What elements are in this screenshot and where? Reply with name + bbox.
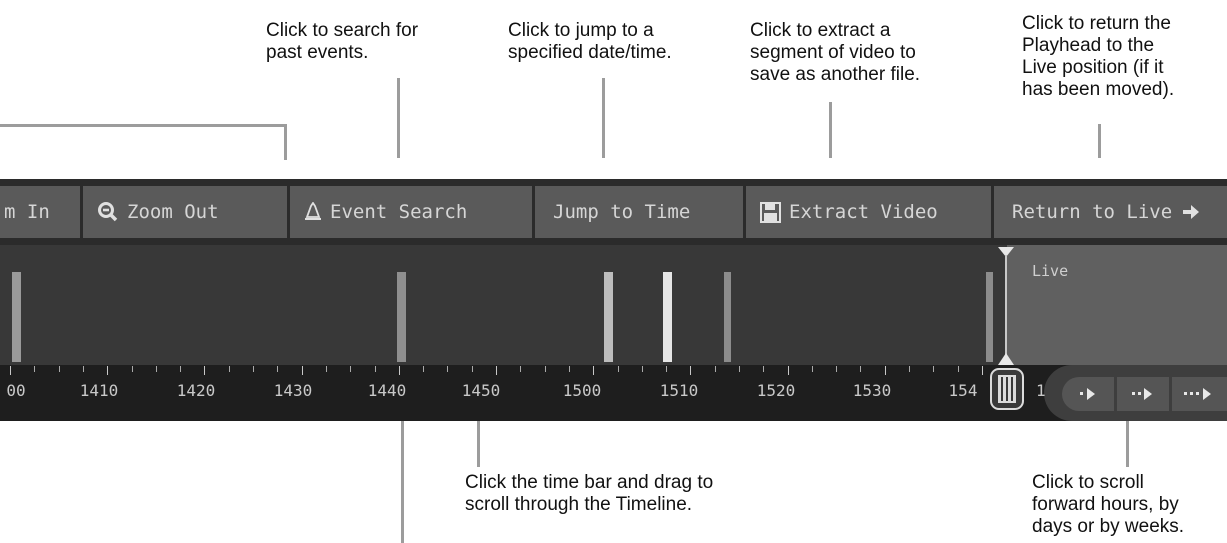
ruler-tick (618, 366, 619, 372)
ruler-label: 1420 (176, 381, 216, 400)
ruler-tick (180, 366, 181, 372)
ruler-tick (860, 366, 861, 372)
event-marker[interactable] (986, 272, 993, 362)
ruler-label: 1440 (367, 381, 407, 400)
ruler-tick (885, 366, 886, 375)
leader-line-zoom-drop (284, 124, 287, 160)
jump-to-time-button[interactable]: Jump to Time (535, 186, 743, 238)
double-dot-arrow-right-icon (1132, 388, 1152, 400)
ruler-tick (277, 366, 278, 372)
ruler-label: 1520 (756, 381, 796, 400)
leader-line-event-search (397, 78, 400, 158)
extract-video-button[interactable]: Extract Video (746, 186, 991, 238)
ruler-tick (472, 366, 473, 372)
ruler-label: 154 (948, 381, 978, 400)
ruler-tick (593, 366, 594, 375)
ruler-label: 1530 (852, 381, 892, 400)
ruler-tick (812, 366, 813, 372)
annotation-jump-to-time: Click to jump to a specified date/time. (508, 20, 672, 63)
ruler-tick (642, 366, 643, 372)
ruler-tick (350, 366, 351, 372)
event-marker[interactable] (724, 272, 731, 362)
ruler-tick (909, 366, 910, 372)
ruler-label: 1430 (273, 381, 313, 400)
leader-line-return-to-live (1098, 124, 1101, 158)
triple-dot-arrow-right-icon (1184, 388, 1211, 400)
extract-video-label: Extract Video (789, 201, 938, 223)
return-to-live-label: Return to Live (1012, 201, 1173, 223)
annotation-scroll-forward: Click to scroll forward hours, by days o… (1032, 472, 1185, 537)
event-search-label: Event Search (330, 201, 468, 223)
playhead[interactable] (996, 247, 1016, 377)
scroll-forward-weeks-button[interactable] (1172, 377, 1227, 411)
event-search-button[interactable]: Event Search (290, 186, 532, 238)
ruler-tick (302, 366, 303, 375)
zoom-in-label: m In (4, 201, 50, 223)
ruler-tick (83, 366, 84, 372)
time-bar-drag-handle[interactable] (990, 367, 1024, 411)
ruler-tick (520, 366, 521, 372)
ruler-tick (34, 366, 35, 372)
event-marker[interactable] (604, 272, 613, 362)
event-marker[interactable] (663, 272, 672, 362)
zoom-out-label: Zoom Out (127, 201, 219, 223)
annotation-return-to-live: Click to return the Playhead to the Live… (1022, 13, 1175, 100)
ruler-label: 1510 (659, 381, 699, 400)
playhead-bottom-marker[interactable] (998, 353, 1014, 365)
leader-line-zoom (0, 124, 287, 127)
arrow-right-icon (1080, 388, 1095, 400)
leader-line-extract-video (829, 102, 832, 158)
scroll-forward-days-button[interactable] (1117, 377, 1169, 411)
zoom-out-button[interactable]: Zoom Out (83, 186, 287, 238)
return-to-live-button[interactable]: Return to Live (994, 186, 1227, 238)
scroll-forward-hours-button[interactable] (1062, 377, 1114, 411)
ruler-tick (836, 366, 837, 372)
ruler-label: 1500 (562, 381, 602, 400)
jump-to-time-label: Jump to Time (553, 201, 691, 223)
ruler-tick (59, 366, 60, 372)
ruler-tick (156, 366, 157, 372)
ruler-tick (326, 366, 327, 372)
ruler-tick (496, 366, 497, 375)
annotation-event-search: Click to search for past events. (266, 20, 419, 63)
ruler-tick (10, 366, 11, 375)
magnifier-minus-icon (97, 201, 119, 223)
ruler-tick (763, 366, 764, 372)
ruler-tick (933, 366, 934, 372)
zoom-in-button[interactable]: m In (0, 186, 80, 238)
event-marker[interactable] (397, 272, 406, 362)
ruler-label: 1 (1036, 381, 1046, 400)
ruler-tick (690, 366, 691, 375)
ruler-tick (666, 366, 667, 372)
ruler-tick (569, 366, 570, 372)
ruler-tick (423, 366, 424, 372)
ruler-tick (399, 366, 400, 375)
ruler-tick (958, 366, 959, 372)
event-marker[interactable] (12, 272, 21, 362)
floppy-disk-icon (760, 201, 781, 223)
ruler-tick (739, 366, 740, 372)
ruler-tick (204, 366, 205, 375)
annotation-time-bar: Click the time bar and drag to scroll th… (465, 472, 714, 515)
bell-icon (304, 202, 322, 222)
ruler-label: 1410 (79, 381, 119, 400)
ruler-label: 1450 (461, 381, 501, 400)
ruler-tick (545, 366, 546, 372)
ruler-tick (107, 366, 108, 375)
ruler-tick (253, 366, 254, 372)
ruler-tick (788, 366, 789, 375)
ruler-tick (715, 366, 716, 372)
ruler-tick (132, 366, 133, 372)
ruler-tick (375, 366, 376, 372)
ruler-tick (229, 366, 230, 372)
ruler-tick (982, 366, 983, 375)
annotation-extract-video: Click to extract a segment of video to s… (750, 20, 921, 85)
ruler-label: 00 (6, 381, 26, 400)
arrow-right-icon (1182, 204, 1200, 220)
leader-line-jump-to-time (602, 78, 605, 158)
live-label: Live (1032, 262, 1069, 280)
ruler-tick (447, 366, 448, 372)
